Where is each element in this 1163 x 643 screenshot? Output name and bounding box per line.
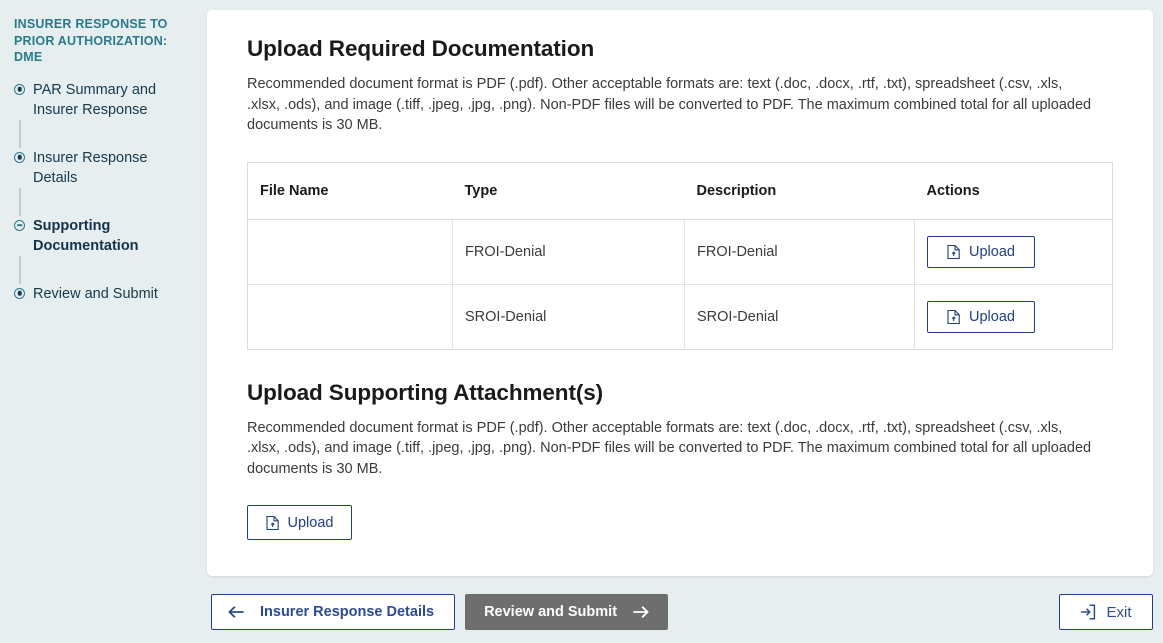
sidebar-step-label: Review and Submit [33,286,158,302]
cell-file-name [248,219,453,284]
next-step-button[interactable]: Review and Submit [465,594,668,630]
sidebar-step-label: Insurer Response Details [33,150,147,186]
previous-step-button[interactable]: Insurer Response Details [211,594,455,630]
radio-filled-icon [14,288,25,299]
cell-actions: Upload [915,219,1113,284]
radio-current-icon [14,220,25,231]
cell-description: SROI-Denial [685,284,915,349]
cell-actions: Upload [915,284,1113,349]
column-header-description: Description [685,162,915,219]
upload-file-icon [947,244,961,260]
table-header-row: File Name Type Description Actions [248,162,1113,219]
sidebar-step-label: Supporting Documentation [33,218,139,254]
cell-type: SROI-Denial [453,284,685,349]
cell-type: FROI-Denial [453,219,685,284]
sidebar-title: INSURER RESPONSE TO PRIOR AUTHORIZATION:… [14,16,179,66]
application-page: INSURER RESPONSE TO PRIOR AUTHORIZATION:… [0,0,1163,643]
sidebar-step-par-summary[interactable]: PAR Summary and Insurer Response [14,80,179,120]
sidebar-step-review-and-submit[interactable]: Review and Submit [14,284,179,304]
upload-file-icon [266,515,280,531]
supporting-attachments-title: Upload Supporting Attachment(s) [247,380,1113,406]
sidebar-step-insurer-response-details[interactable]: Insurer Response Details [14,148,179,188]
step-connector [19,120,21,148]
next-step-label: Review and Submit [484,604,617,620]
upload-file-icon [947,309,961,325]
wizard-sidebar: INSURER RESPONSE TO PRIOR AUTHORIZATION:… [0,0,193,643]
main-column: Upload Required Documentation Recommende… [193,0,1163,643]
content-card: Upload Required Documentation Recommende… [207,10,1153,576]
exit-icon [1080,604,1096,620]
required-documents-table: File Name Type Description Actions FROI-… [247,162,1113,350]
radio-filled-icon [14,152,25,163]
supporting-attachments-description: Recommended document format is PDF (.pdf… [247,418,1099,480]
column-header-file-name: File Name [248,162,453,219]
upload-button-label: Upload [288,515,334,531]
upload-supporting-attachment-button[interactable]: Upload [247,505,352,540]
exit-button[interactable]: Exit [1059,594,1153,630]
required-documentation-title: Upload Required Documentation [247,36,1113,62]
radio-filled-icon [14,84,25,95]
upload-button-label: Upload [969,309,1015,325]
required-documentation-description: Recommended document format is PDF (.pdf… [247,74,1099,136]
step-connector [19,256,21,284]
sidebar-step-supporting-documentation[interactable]: Supporting Documentation [14,216,179,256]
exit-button-label: Exit [1106,604,1131,621]
arrow-right-icon [633,605,649,619]
upload-button-label: Upload [969,244,1015,260]
upload-button-sroi-denial[interactable]: Upload [927,301,1035,333]
upload-button-froi-denial[interactable]: Upload [927,236,1035,268]
step-connector [19,188,21,216]
column-header-type: Type [453,162,685,219]
previous-step-label: Insurer Response Details [260,604,434,620]
table-row: FROI-Denial FROI-Denial [248,219,1113,284]
cell-description: FROI-Denial [685,219,915,284]
column-header-actions: Actions [915,162,1113,219]
arrow-left-icon [228,605,244,619]
table-row: SROI-Denial SROI-Denial [248,284,1113,349]
wizard-footer-navigation: Insurer Response Details Review and Subm… [207,576,1153,630]
sidebar-step-label: PAR Summary and Insurer Response [33,82,156,118]
cell-file-name [248,284,453,349]
